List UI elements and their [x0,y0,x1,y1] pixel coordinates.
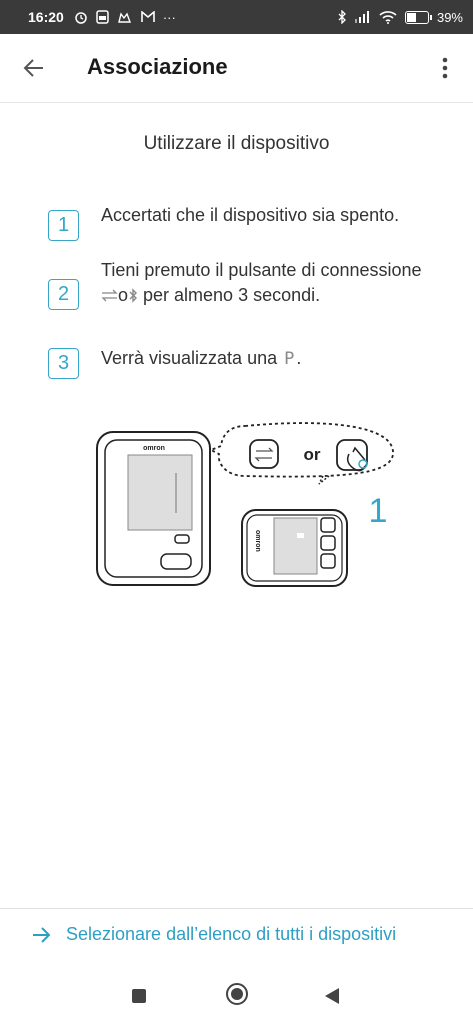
alarm-icon [75,12,87,24]
step-text: Tieni premuto il pulsante di connessione… [101,258,428,310]
arrow-right-icon [32,926,52,944]
footer-divider [0,908,473,909]
step-text-part: Verrà visualizzata una [101,348,283,368]
p-symbol: P [284,349,295,369]
step-number: 1 [48,210,79,241]
system-icons: 39% [338,0,463,34]
brand-label: omron [254,530,261,552]
select-from-all-devices-label: Selezionare dall’elenco di tutti i dispo… [66,924,397,944]
back-nav-button[interactable] [325,988,339,1004]
battery-icon [404,10,432,24]
step-1-marker: 1 [369,492,388,530]
step-text: Verrà visualizzata una P. [101,346,301,379]
sim-icon [96,10,109,24]
small-device: omron [241,509,348,587]
gmail-icon [141,11,155,22]
instructions-title: Utilizzare il dispositivo [143,133,330,154]
signal-icon [354,11,369,23]
back-button[interactable] [18,52,50,84]
battery-percent: 39% [436,9,463,25]
wifi-icon [379,10,397,24]
step-text-or: o [118,285,129,305]
bluetooth-icon [338,10,346,24]
app-bar: Associazione [0,34,473,103]
step-text-part: per almeno 3 secondi. [138,285,321,305]
step-text-part: Tieni premuto il pulsante di connessione [101,260,422,280]
more-vert-icon [442,57,448,79]
status-bar: 16:20 ··· 39% [0,0,473,34]
system-nav-bar [0,968,473,1024]
device-illustration: omron or omron 1 [96,422,394,587]
recents-button[interactable] [132,989,146,1003]
status-time: 16:20 [28,9,64,25]
step-text: Accertati che il dispositivo sia spento. [101,205,400,225]
more-icon: ··· [162,9,176,25]
step-2: 2 Tieni premuto il pulsante di connessio… [48,258,428,310]
step-1: 1 Accertati che il dispositivo sia spent… [48,203,428,241]
home-button[interactable] [226,983,248,1005]
callout-bubble: or [208,422,394,485]
step-number: 2 [48,279,79,310]
or-label: or [304,445,321,464]
notification-icons: ··· [74,10,176,25]
cat-icon [117,12,131,23]
blood-pressure-monitor: omron [96,431,211,586]
page-title: Associazione [87,54,228,79]
brand-label: omron [143,445,165,452]
step-number: 3 [48,348,79,379]
step-text-part: . [296,348,302,368]
transfer-icon [101,289,118,302]
bluetooth-icon [129,288,138,303]
step-3: 3 Verrà visualizzata una P. [48,346,428,379]
more-options-button[interactable] [433,52,457,84]
arrow-left-icon [23,59,43,77]
select-from-all-devices-link[interactable]: Selezionare dall’elenco di tutti i dispo… [32,924,396,945]
